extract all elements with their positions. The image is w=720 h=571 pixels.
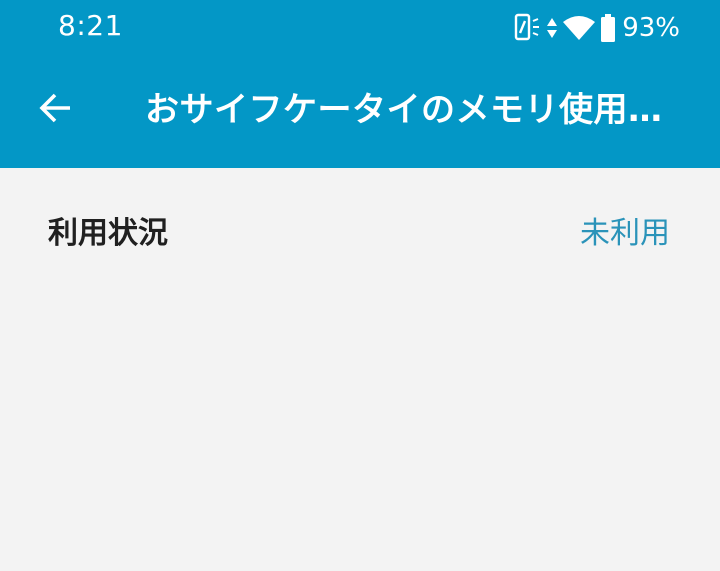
app-bar: おサイフケータイのメモリ使用状況: [0, 56, 720, 168]
nfc-phone-icon: [514, 13, 542, 43]
battery-percent: 93%: [622, 13, 680, 43]
battery-icon: [600, 13, 616, 43]
usage-status-row[interactable]: 利用状況 未利用: [0, 194, 720, 274]
top-bar: 8:21 93% おサイフケータイのメモリ使用状況: [0, 0, 720, 168]
status-bar: 8:21 93%: [0, 0, 720, 56]
usage-status-label: 利用状況: [48, 216, 168, 251]
content-area: 利用状況 未利用: [0, 168, 720, 571]
page-title: おサイフケータイのメモリ使用状況: [145, 90, 690, 130]
data-arrows-icon: [546, 14, 558, 42]
wifi-icon: [562, 14, 596, 42]
back-button[interactable]: [24, 78, 88, 142]
status-icons: 93%: [514, 12, 680, 44]
status-time: 8:21: [58, 9, 123, 42]
arrow-left-icon: [38, 90, 74, 130]
usage-status-value: 未利用: [580, 216, 670, 251]
